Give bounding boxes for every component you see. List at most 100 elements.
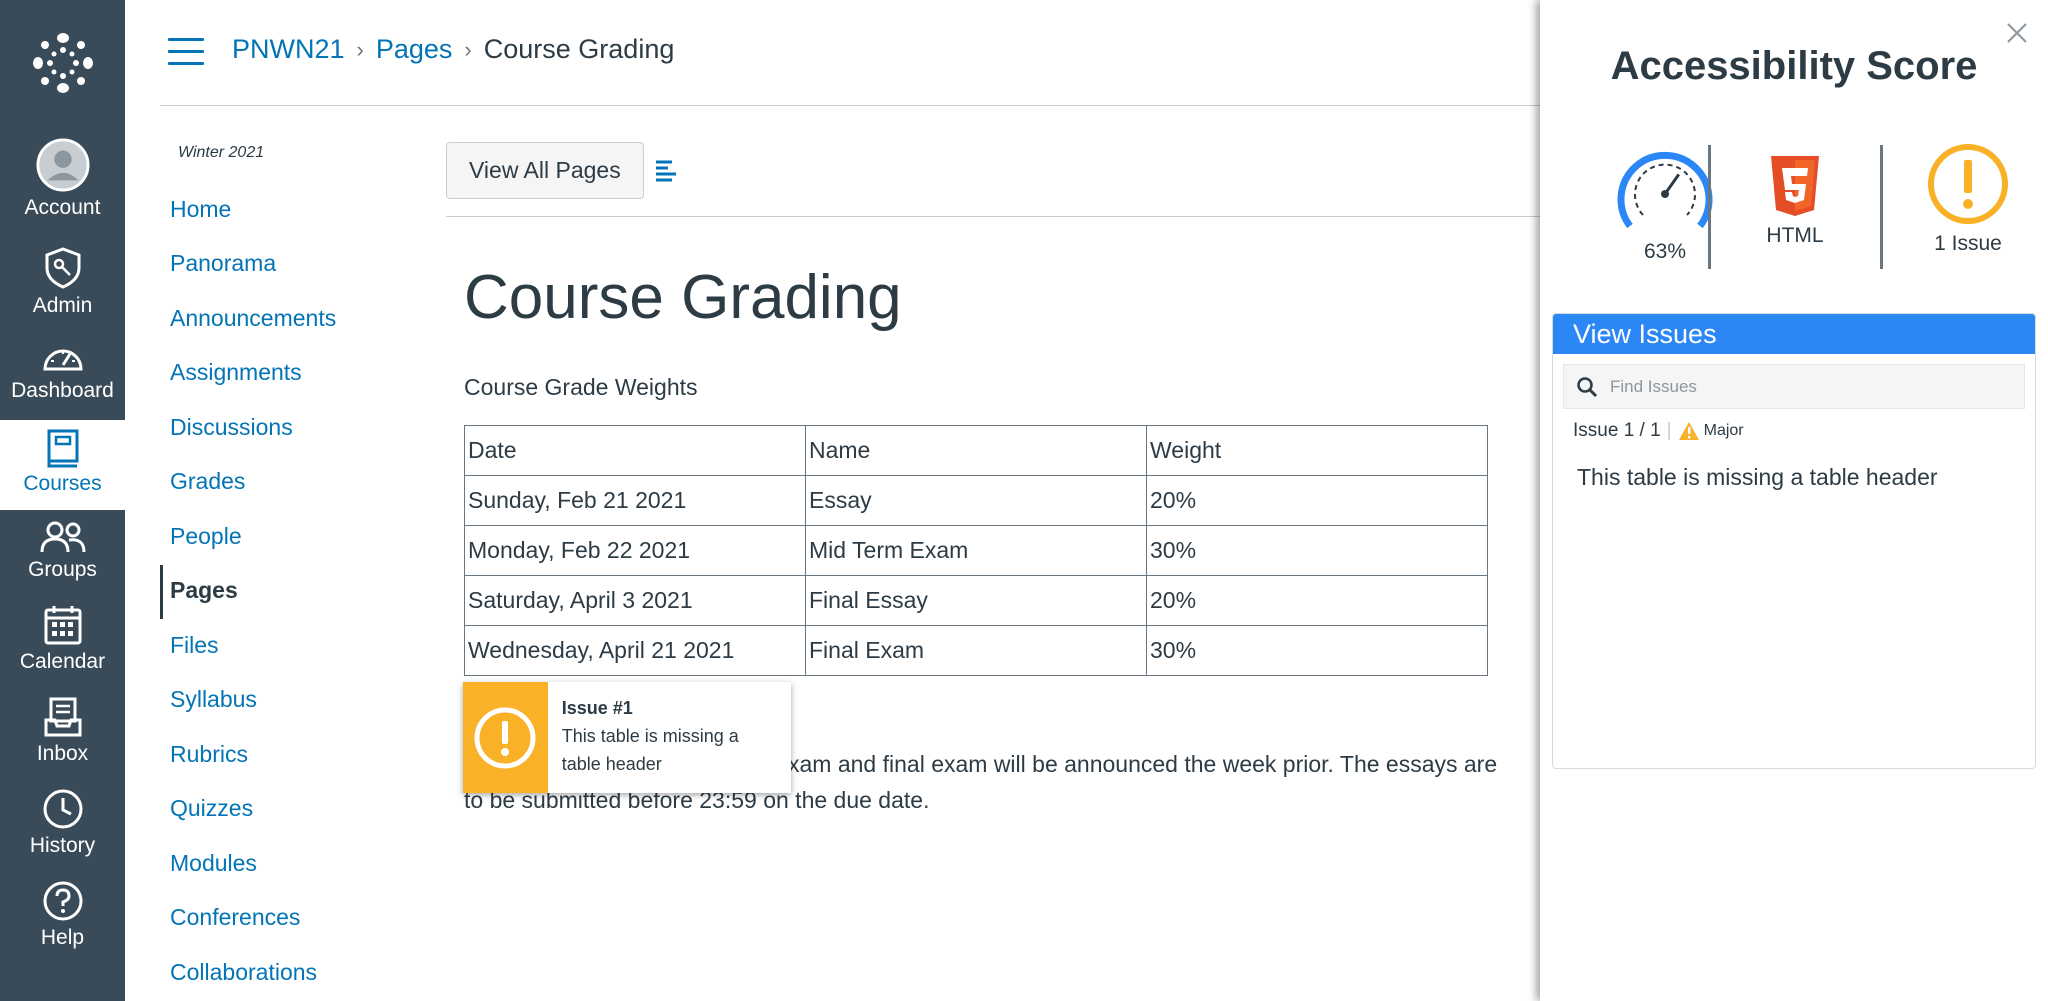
global-nav: Account Admin Dashboard Courses Groups C… [0, 0, 125, 1001]
issues-box: View Issues Issue 1 / 1 | Major This tab… [1552, 313, 2036, 769]
grade-weights-table: Date Name Weight Sunday, Feb 21 2021 Ess… [464, 425, 1488, 676]
global-nav-inbox[interactable]: Inbox [0, 688, 125, 778]
account-icon [35, 138, 90, 192]
groups-icon [40, 521, 85, 553]
find-issues-input[interactable] [1610, 376, 2010, 397]
course-nav-syllabus[interactable]: Syllabus [170, 686, 257, 713]
view-issues-header[interactable]: View Issues [1553, 314, 2035, 354]
course-nav-panorama[interactable]: Panorama [170, 250, 276, 277]
canvas-logo-icon[interactable] [0, 0, 125, 125]
breadcrumb-pages-link[interactable]: Pages [376, 34, 453, 65]
separator: | [1666, 420, 1672, 441]
table-cell: Sunday, Feb 21 2021 [464, 475, 806, 526]
issue-navigator: Issue 1 / 1 | Major [1573, 420, 1744, 442]
search-icon [1577, 376, 1598, 397]
table-row: Saturday, April 3 2021 Final Essay 20% [464, 575, 1488, 626]
issue-tooltip[interactable]: Issue #1 This table is missing a table h… [463, 682, 791, 793]
severity-label: Major [1703, 422, 1744, 439]
issue-count-label: 1 Issue [1934, 232, 2002, 255]
table-row: Wednesday, April 21 2021 Final Exam 30% [464, 625, 1488, 676]
hamburger-menu-icon[interactable] [168, 38, 204, 66]
issue-message: This table is missing a table header [1577, 464, 1938, 490]
page-toolbar: View All Pages [446, 142, 1540, 217]
table-cell: Saturday, April 3 2021 [464, 575, 806, 626]
tooltip-text: Issue #1 This table is missing a table h… [548, 682, 791, 793]
course-nav-conferences[interactable]: Conferences [170, 904, 300, 931]
warning-circle-icon [463, 682, 548, 793]
table-cell: Final Exam [805, 625, 1147, 676]
table-cell: Mid Term Exam [805, 525, 1147, 576]
global-nav-label: Help [40, 926, 85, 949]
table-row: Monday, Feb 22 2021 Mid Term Exam 30% [464, 525, 1488, 576]
breadcrumb-separator-icon: › [464, 36, 472, 62]
course-nav-assignments[interactable]: Assignments [170, 359, 302, 386]
global-nav-groups[interactable]: Groups [0, 512, 125, 602]
admin-icon [45, 247, 80, 289]
format-indicator: HTML [1710, 142, 1880, 248]
history-icon [43, 789, 82, 829]
exclamation-circle-icon [1928, 144, 2008, 224]
global-nav-label: Account [24, 196, 101, 219]
table-cell: Wednesday, April 21 2021 [464, 625, 806, 676]
page-outline-icon[interactable] [654, 158, 678, 182]
section-label: Course Grade Weights [464, 374, 698, 400]
global-nav-history[interactable]: History [0, 780, 125, 870]
table-cell: Essay [805, 475, 1147, 526]
table-cell: Name [805, 425, 1147, 476]
table-cell: Weight [1146, 425, 1488, 476]
panel-title: Accessibility Score [1610, 44, 1978, 88]
global-nav-label: Calendar [19, 650, 106, 673]
calendar-icon [44, 606, 81, 645]
course-nav-quizzes[interactable]: Quizzes [170, 795, 253, 822]
breadcrumb-course-link[interactable]: PNWN21 [232, 34, 345, 65]
page-title: Course Grading [464, 263, 902, 332]
dashboard-icon [42, 349, 83, 371]
course-term: Winter 2021 [178, 144, 265, 161]
course-nav-collaborations[interactable]: Collaborations [170, 959, 317, 986]
breadcrumb-separator-icon: › [356, 36, 364, 62]
course-nav-home[interactable]: Home [170, 196, 231, 223]
tooltip-title: Issue #1 [561, 698, 633, 718]
global-nav-label: Admin [32, 294, 93, 317]
global-nav-calendar[interactable]: Calendar [0, 596, 125, 686]
course-nav-pages[interactable]: Pages [170, 577, 238, 604]
global-nav-help[interactable]: Help [0, 872, 125, 962]
courses-icon [47, 429, 78, 468]
inbox-icon [44, 697, 81, 737]
score-value: 63% [1643, 240, 1687, 263]
course-nav-files[interactable]: Files [170, 632, 219, 659]
course-nav-grades[interactable]: Grades [170, 468, 245, 495]
issue-count-indicator: 1 Issue [1883, 142, 2048, 256]
course-nav-rubrics[interactable]: Rubrics [170, 741, 248, 768]
global-nav-label: Groups [28, 558, 97, 581]
course-nav-discussions[interactable]: Discussions [170, 414, 293, 441]
table-cell: Date [464, 425, 806, 476]
global-nav-admin[interactable]: Admin [0, 238, 125, 328]
tooltip-message: This table is missing a table header [561, 726, 739, 774]
breadcrumb: PNWN21 › Pages › Course Grading [232, 34, 674, 65]
global-nav-label: Dashboard [11, 379, 114, 402]
table-cell: 20% [1146, 575, 1488, 626]
global-nav-label: Courses [23, 472, 102, 495]
html5-icon [1771, 156, 1819, 216]
table-cell: 30% [1146, 625, 1488, 676]
search-box [1563, 364, 2025, 409]
global-nav-account[interactable]: Account [0, 130, 125, 220]
global-nav-dashboard[interactable]: Dashboard [0, 333, 125, 423]
table-cell: Monday, Feb 22 2021 [464, 525, 806, 576]
accessibility-panel: Accessibility Score 63% HTML 1 Issue Vie… [1540, 0, 2048, 1001]
format-label: HTML [1766, 224, 1824, 247]
course-nav-modules[interactable]: Modules [170, 850, 257, 877]
table-row: Sunday, Feb 21 2021 Essay 20% [464, 475, 1488, 526]
close-icon[interactable] [2006, 22, 2028, 44]
breadcrumb-current: Course Grading [483, 34, 675, 64]
issue-position: Issue 1 / 1 [1573, 420, 1661, 441]
help-icon [43, 881, 82, 921]
course-nav-people[interactable]: People [170, 523, 242, 550]
global-nav-courses[interactable]: Courses [0, 420, 125, 510]
table-cell: Final Essay [805, 575, 1147, 626]
course-nav-announcements[interactable]: Announcements [170, 305, 336, 332]
view-all-pages-button[interactable]: View All Pages [446, 142, 644, 199]
global-nav-label: History [29, 834, 96, 857]
page-header: PNWN21 › Pages › Course Grading [160, 0, 1540, 106]
